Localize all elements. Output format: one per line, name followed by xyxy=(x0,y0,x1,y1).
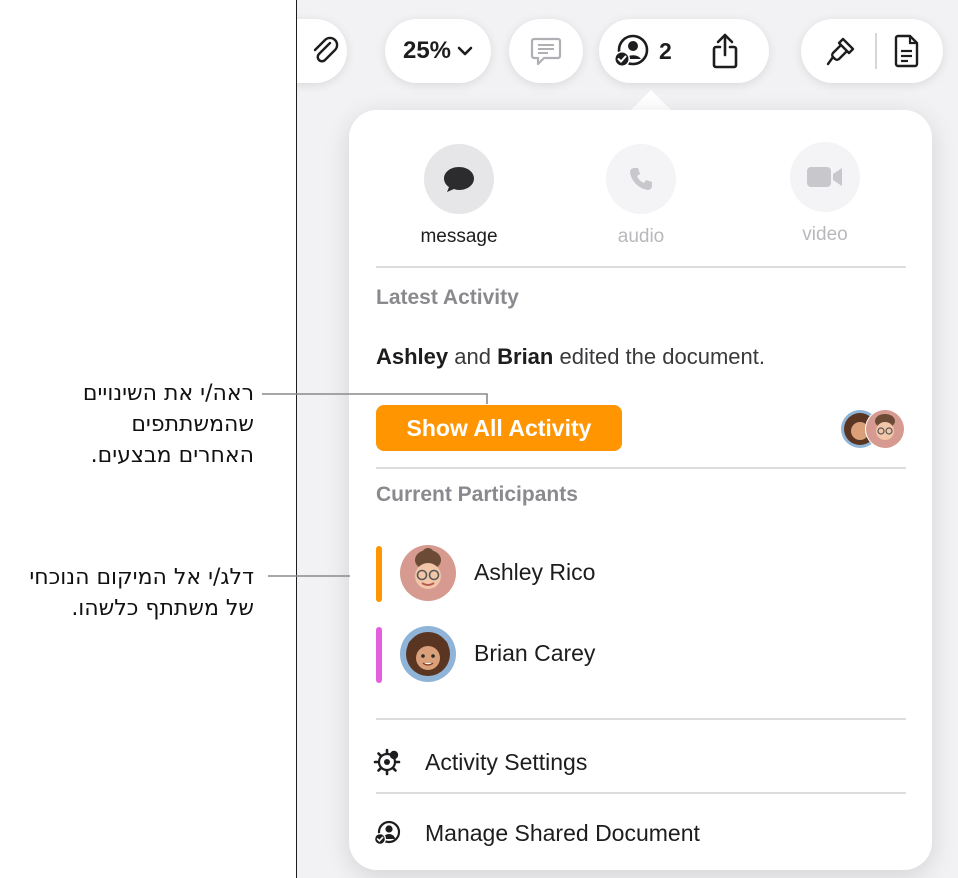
activity-name-1: Ashley xyxy=(376,344,449,369)
activity-action: edited the document. xyxy=(559,344,765,369)
zoom-menu-button[interactable]: 25% xyxy=(385,19,491,83)
show-all-activity-button[interactable]: Show All Activity xyxy=(376,405,622,451)
comment-icon xyxy=(530,37,562,66)
zoom-value: 25% xyxy=(402,37,452,64)
divider xyxy=(376,266,906,268)
current-participants-heading: Current Participants xyxy=(376,483,578,506)
document-icon[interactable] xyxy=(893,33,921,69)
callout-line: שהמשתתפים xyxy=(131,412,254,437)
toolbar-separator xyxy=(875,33,877,69)
popover-pointer xyxy=(629,90,673,112)
divider xyxy=(376,467,906,469)
participant-row[interactable]: Ashley Rico xyxy=(376,543,896,603)
callout-line: האחרים מבצעים. xyxy=(90,443,254,468)
participant-row[interactable]: Brian Carey xyxy=(376,624,896,684)
callout-see-changes: ראה/י את השינויים שהמשתתפים האחרים מבצעי… xyxy=(83,378,254,471)
message-button[interactable]: message xyxy=(389,144,529,248)
callout-jump-to-participant: דלג/י אל המיקום הנוכחי של משתתף כלשהו. xyxy=(29,562,254,624)
participant-name: Ashley Rico xyxy=(474,559,596,585)
audio-label: audio xyxy=(617,226,665,247)
avatar xyxy=(400,626,456,682)
phone-icon xyxy=(630,168,652,190)
collaborator-count: 2 xyxy=(659,37,672,64)
message-circle xyxy=(424,144,494,214)
video-label: video xyxy=(802,224,848,245)
divider xyxy=(376,792,906,794)
recent-editors-avatars xyxy=(841,409,905,449)
participant-name: Brian Carey xyxy=(474,640,596,666)
activity-and: and xyxy=(454,344,491,369)
collaboration-button[interactable]: 2 xyxy=(599,19,769,83)
collaboration-popover: message audio video Latest Activity Ashl… xyxy=(349,110,932,870)
format-tools-group xyxy=(801,19,943,83)
audio-circle xyxy=(606,144,676,214)
latest-activity-heading: Latest Activity xyxy=(376,286,519,309)
latest-activity-summary: Ashley and Brian edited the document. xyxy=(376,344,765,370)
video-circle xyxy=(790,142,860,212)
message-bubble-icon xyxy=(444,167,474,192)
callout-line: דלג/י אל המיקום הנוכחי xyxy=(29,565,254,590)
shared-document-icon xyxy=(374,820,401,845)
app-screenshot: 25% 2 message audio video Latest Activit… xyxy=(296,0,958,878)
avatar xyxy=(400,545,456,601)
gear-icon xyxy=(373,748,401,776)
share-icon[interactable] xyxy=(710,32,740,70)
collaboration-icon xyxy=(614,34,649,67)
activity-settings-label: Activity Settings xyxy=(425,749,588,775)
paperclip-icon xyxy=(313,36,339,63)
activity-settings-item[interactable]: Activity Settings xyxy=(373,740,893,780)
callout-line: של משתתף כלשהו. xyxy=(71,596,254,621)
paintbrush-icon[interactable] xyxy=(823,33,859,69)
participant-color-bar xyxy=(376,546,382,602)
divider xyxy=(376,718,906,720)
video-button[interactable]: video xyxy=(755,142,895,246)
message-label: message xyxy=(420,226,498,247)
participant-color-bar xyxy=(376,627,382,683)
manage-shared-document-label: Manage Shared Document xyxy=(425,820,700,846)
video-camera-icon xyxy=(807,167,842,187)
manage-shared-document-item[interactable]: Manage Shared Document xyxy=(373,811,893,851)
attachment-button[interactable] xyxy=(297,19,347,83)
comment-button[interactable] xyxy=(509,19,583,83)
activity-name-2: Brian xyxy=(497,344,554,369)
callout-line: ראה/י את השינויים xyxy=(82,381,254,406)
chevron-down-icon xyxy=(457,46,473,56)
audio-button[interactable]: audio xyxy=(571,144,711,248)
avatar-ashley-small xyxy=(865,409,905,449)
